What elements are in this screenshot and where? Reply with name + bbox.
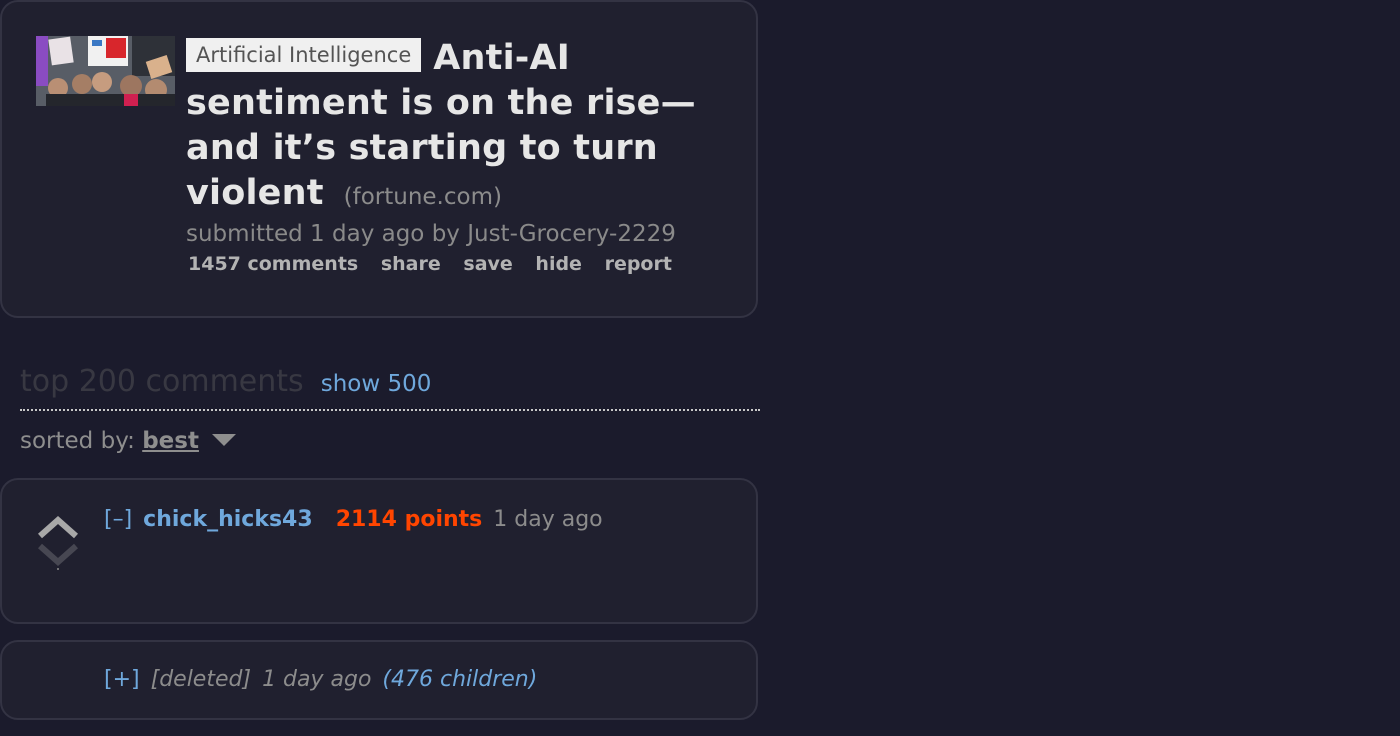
post-flair[interactable]: Artificial Intelligence [186,38,422,72]
post-title-line: Artificial Intelligence Anti-AI sentiment… [186,36,726,220]
vote-arrows [36,514,80,572]
post-body: Artificial Intelligence Anti-AI sentiment… [186,36,726,275]
dropdown-arrow-icon[interactable] [212,433,237,446]
comment-children-count[interactable]: (476 children) [382,667,537,692]
share-button[interactable]: share [381,253,441,275]
post-card: Artificial Intelligence Anti-AI sentiment… [0,0,758,318]
sort-dropdown[interactable]: best [142,428,199,454]
upvote-arrow-icon[interactable] [36,514,80,542]
post-buttons: 1457 comments share save hide report [188,253,726,275]
comment-card-collapsed: [+] [deleted] 1 day ago (476 children) [0,640,758,720]
sort-menu: sorted by: best [20,425,237,457]
post-tagline: submitted 1 day ago by Just-Grocery-2229 [186,221,676,247]
hide-button[interactable]: hide [535,253,582,275]
comments-link[interactable]: 1457 comments [188,253,358,275]
comment-tagline: [–] chick_hicks43 2114 points 1 day ago [104,504,603,536]
collapse-toggle[interactable]: [–] [104,507,132,532]
comment-age: 1 day ago [262,667,372,692]
post-domain[interactable]: (fortune.com) [344,184,502,210]
downvote-arrow-icon[interactable] [36,542,80,572]
post-thumbnail[interactable] [36,36,175,106]
comment-tagline: [+] [deleted] 1 day ago (476 children) [104,664,537,696]
sort-label: sorted by: [20,428,135,454]
protest-photo-thumbnail-icon [36,36,175,106]
comments-title: top 200 comments [20,364,304,399]
expand-toggle[interactable]: [+] [104,667,140,692]
comment-age: 1 day ago [493,507,603,532]
comments-header: top 200 comments show 500 [20,364,760,411]
comment-author-deleted: [deleted] [150,667,252,692]
show-more-link[interactable]: show 500 [321,371,432,397]
comment-author[interactable]: chick_hicks43 [143,507,313,532]
comment-card: [–] chick_hicks43 2114 points 1 day ago [0,478,758,624]
report-button[interactable]: report [605,253,672,275]
save-button[interactable]: save [463,253,512,275]
comment-score: 2114 points [335,507,483,532]
